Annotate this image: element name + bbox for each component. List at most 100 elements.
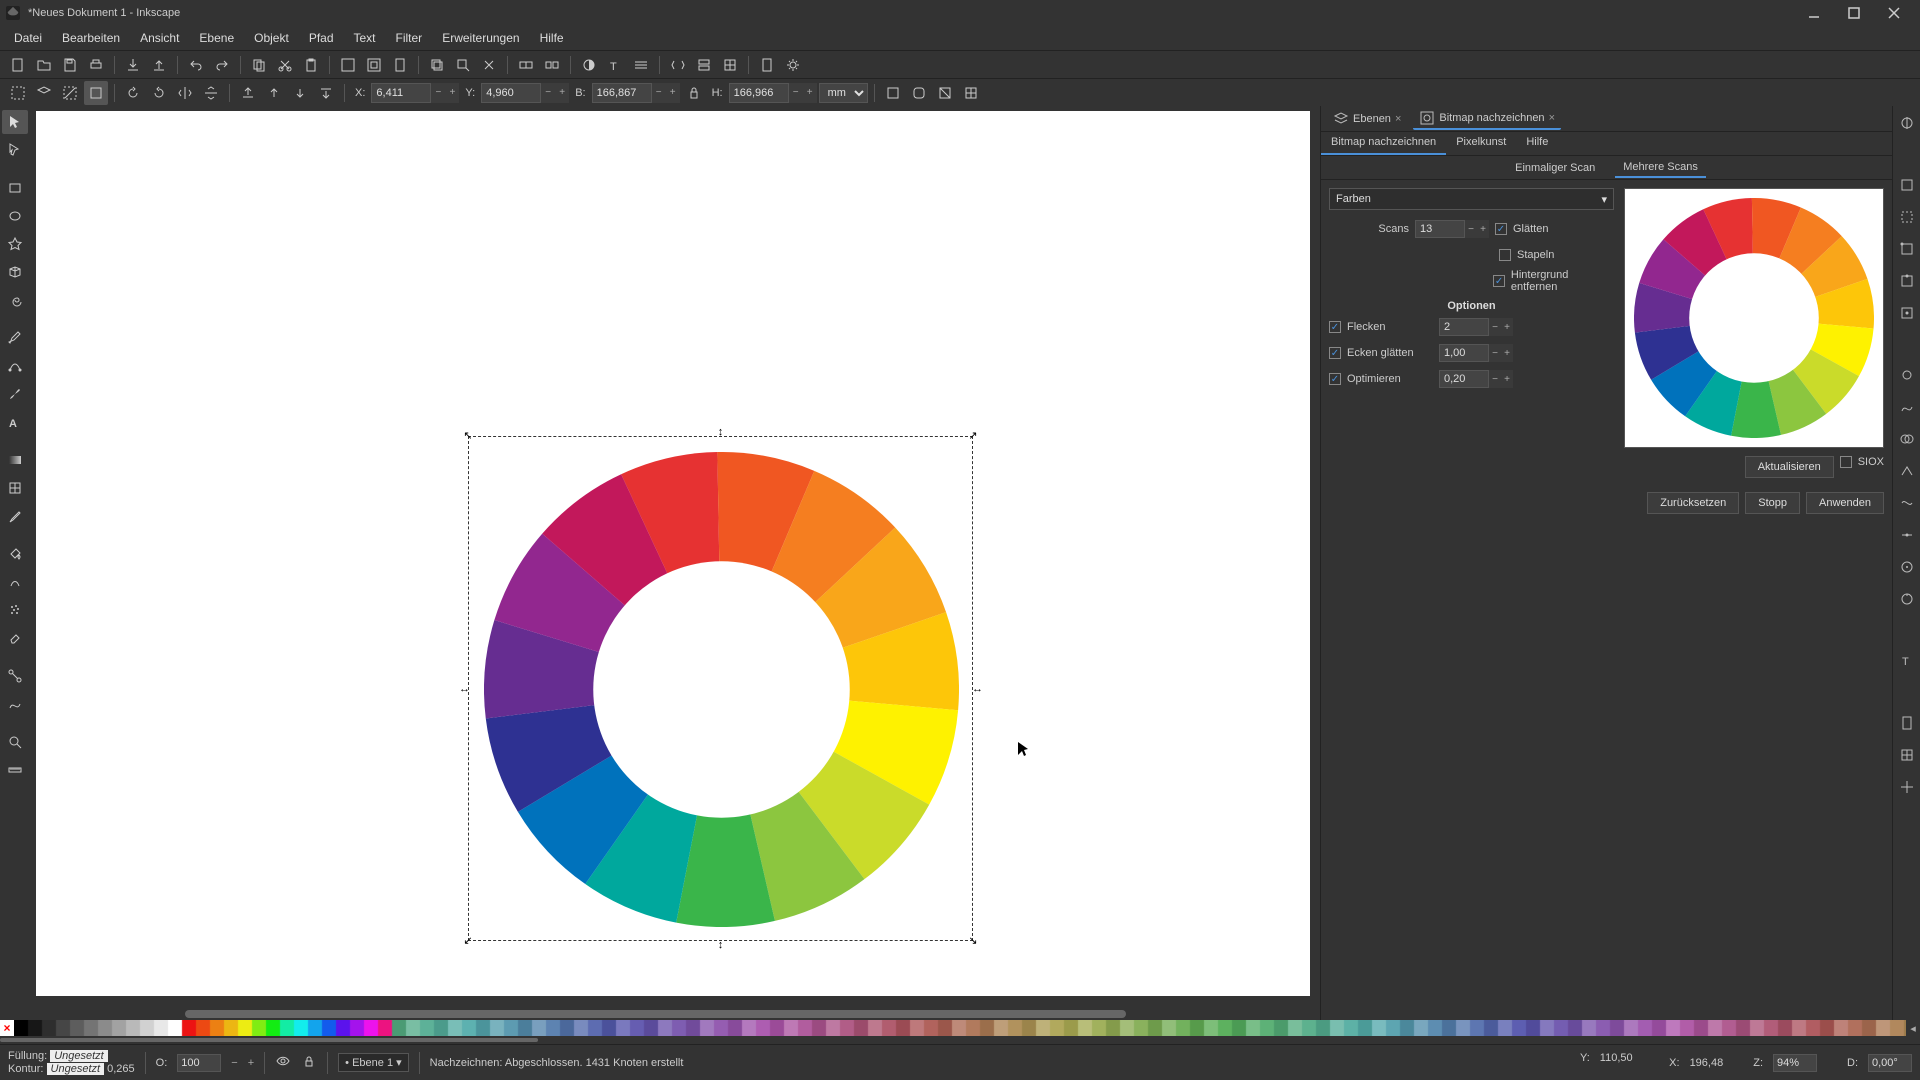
unlink-clone-button[interactable]	[477, 53, 501, 77]
minimize-button[interactable]	[1794, 0, 1834, 26]
handle-ne[interactable]: ↗	[968, 431, 978, 441]
corners-checkbox[interactable]	[1329, 347, 1341, 359]
rotate-ccw-button[interactable]	[121, 81, 145, 105]
import-button[interactable]	[121, 53, 145, 77]
palette-swatches[interactable]	[14, 1020, 1906, 1036]
dropper-tool[interactable]	[2, 504, 28, 528]
subtab-help[interactable]: Hilfe	[1516, 132, 1558, 155]
snap-bbox-mid-icon[interactable]	[1896, 270, 1918, 292]
speckles-input[interactable]	[1439, 318, 1489, 336]
ungroup-button[interactable]	[540, 53, 564, 77]
bezier-tool[interactable]	[2, 354, 28, 378]
scans-input[interactable]	[1415, 220, 1465, 238]
snap-smooth-icon[interactable]	[1896, 492, 1918, 514]
handle-sw[interactable]: ↙	[463, 936, 473, 946]
copy-button[interactable]	[247, 53, 271, 77]
stroke-value[interactable]: Ungesetzt	[47, 1063, 105, 1075]
handle-nw[interactable]: ↖	[463, 431, 473, 441]
raise-top-button[interactable]	[236, 81, 260, 105]
menu-file[interactable]: Datei	[4, 29, 52, 47]
canvas[interactable]: ↖ ↕ ↗ ↔ ↔ ↙ ↕ ↘	[36, 111, 1310, 996]
mesh-tool[interactable]	[2, 476, 28, 500]
y-inc[interactable]: +	[555, 83, 569, 103]
y-input[interactable]	[481, 83, 541, 103]
opacity-input[interactable]	[177, 1054, 221, 1072]
selector-tool[interactable]	[2, 110, 28, 134]
text-props-button[interactable]: T	[603, 53, 627, 77]
optimize-checkbox[interactable]	[1329, 373, 1341, 385]
scale-stroke-button[interactable]	[881, 81, 905, 105]
toggle-rubber-button[interactable]	[84, 81, 108, 105]
zoom-tool[interactable]	[2, 730, 28, 754]
menu-edit[interactable]: Bearbeiten	[52, 29, 130, 47]
star-tool[interactable]	[2, 232, 28, 256]
menu-object[interactable]: Objekt	[244, 29, 299, 47]
handle-e[interactable]: ↔	[972, 684, 982, 694]
scans-inc[interactable]: +	[1477, 220, 1489, 238]
align-button[interactable]	[692, 53, 716, 77]
menu-text[interactable]: Text	[344, 29, 386, 47]
new-doc-button[interactable]	[6, 53, 30, 77]
connector-tool[interactable]	[2, 664, 28, 688]
snap-bbox-corner-icon[interactable]	[1896, 238, 1918, 260]
flip-h-button[interactable]	[173, 81, 197, 105]
handle-n[interactable]: ↕	[716, 427, 726, 437]
tab-layers[interactable]: Ebenen ×	[1327, 109, 1407, 129]
scans-dec[interactable]: −	[1465, 220, 1477, 238]
snap-bbox-center-icon[interactable]	[1896, 302, 1918, 324]
lower-button[interactable]	[288, 81, 312, 105]
smooth-checkbox[interactable]	[1495, 223, 1507, 235]
menu-help[interactable]: Hilfe	[530, 29, 574, 47]
tab-layers-close[interactable]: ×	[1395, 113, 1401, 125]
zoom-input[interactable]	[1773, 1054, 1817, 1072]
optimize-inc[interactable]: +	[1501, 370, 1513, 388]
paste-button[interactable]	[299, 53, 323, 77]
w-dec[interactable]: −	[652, 83, 666, 103]
paint-bucket-tool[interactable]	[2, 542, 28, 566]
scale-corners-button[interactable]	[907, 81, 931, 105]
unit-select[interactable]: mm	[819, 83, 868, 103]
stop-button[interactable]: Stopp	[1745, 492, 1800, 514]
w-input[interactable]	[592, 83, 652, 103]
lock-aspect-button[interactable]	[682, 81, 706, 105]
move-gradients-button[interactable]	[933, 81, 957, 105]
eraser-tool[interactable]	[2, 626, 28, 650]
snap-cusp-icon[interactable]	[1896, 460, 1918, 482]
layers-button[interactable]	[629, 53, 653, 77]
speckles-dec[interactable]: −	[1489, 318, 1501, 336]
siox-checkbox[interactable]	[1840, 456, 1852, 468]
handle-w[interactable]: ↔	[459, 684, 469, 694]
palette-menu-button[interactable]: ◂	[1906, 1020, 1920, 1036]
maximize-button[interactable]	[1834, 0, 1874, 26]
corners-inc[interactable]: +	[1501, 344, 1513, 362]
snap-page-icon[interactable]	[1896, 712, 1918, 734]
rotate-input[interactable]	[1868, 1054, 1912, 1072]
raise-button[interactable]	[262, 81, 286, 105]
calligraphy-tool[interactable]	[2, 382, 28, 406]
duplicate-button[interactable]	[425, 53, 449, 77]
y-dec[interactable]: −	[541, 83, 555, 103]
scan-single[interactable]: Einmaliger Scan	[1507, 159, 1603, 177]
node-tool[interactable]	[2, 138, 28, 162]
h-input[interactable]	[729, 83, 789, 103]
measure-tool[interactable]	[2, 758, 28, 782]
snap-rotation-icon[interactable]	[1896, 588, 1918, 610]
removebg-checkbox[interactable]	[1493, 275, 1505, 287]
open-doc-button[interactable]	[32, 53, 56, 77]
scan-multi[interactable]: Mehrere Scans	[1615, 158, 1706, 178]
transform-button[interactable]	[718, 53, 742, 77]
x-input[interactable]	[371, 83, 431, 103]
zoom-page-button[interactable]	[388, 53, 412, 77]
tab-trace[interactable]: Bitmap nachzeichnen ×	[1413, 108, 1561, 130]
fill-stroke-button[interactable]	[577, 53, 601, 77]
zoom-drawing-button[interactable]	[362, 53, 386, 77]
rotate-cw-button[interactable]	[147, 81, 171, 105]
fill-value[interactable]: Ungesetzt	[50, 1050, 108, 1062]
group-button[interactable]	[514, 53, 538, 77]
rect-tool[interactable]	[2, 176, 28, 200]
reset-button[interactable]: Zurücksetzen	[1647, 492, 1739, 514]
snap-toggle-icon[interactable]	[1896, 112, 1918, 134]
handle-s[interactable]: ↕	[716, 940, 726, 950]
palette-none[interactable]: ×	[0, 1020, 14, 1036]
redo-button[interactable]	[210, 53, 234, 77]
